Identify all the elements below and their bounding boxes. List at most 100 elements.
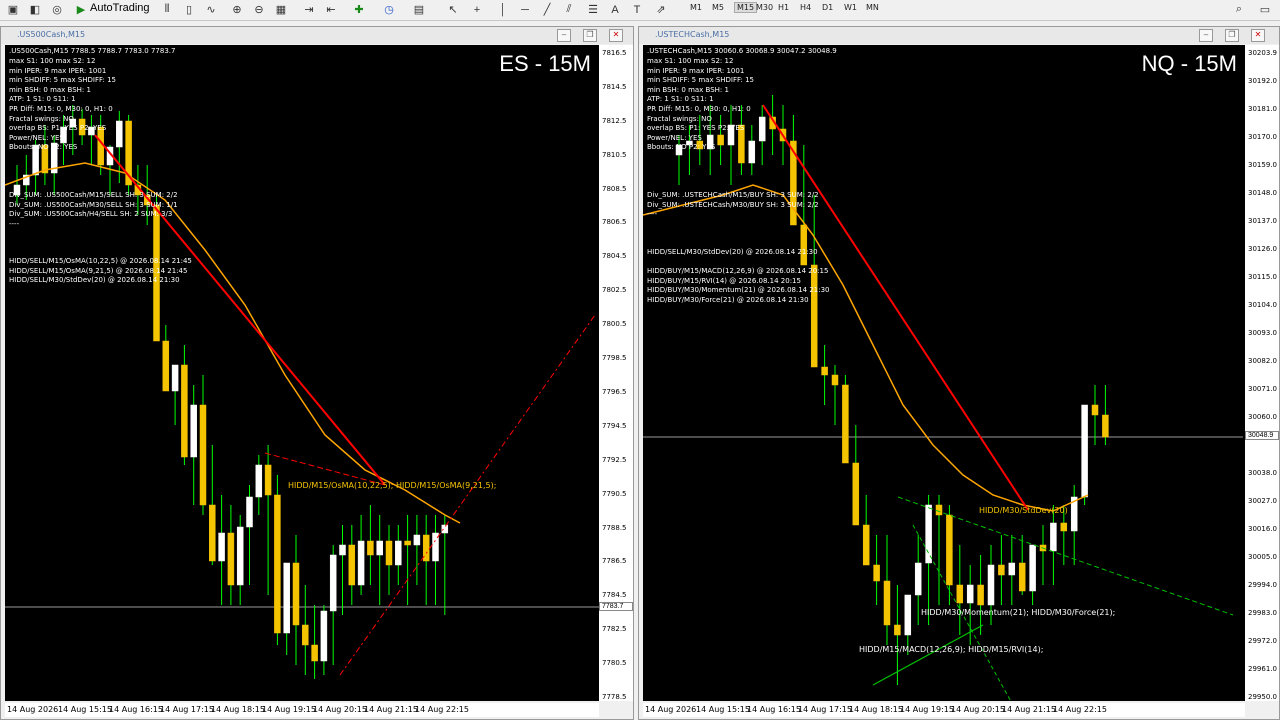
- navigator-icon[interactable]: ◎: [48, 1, 66, 18]
- info-line: overlap BS: P1: YES P2: YES: [647, 124, 745, 133]
- window-titlebar[interactable]: .US500Cash,M15 – ❐ ✕: [1, 27, 633, 44]
- window-titlebar[interactable]: .USTECHCash,M15 – ❐ ✕: [639, 27, 1279, 44]
- text-label-icon[interactable]: T: [628, 1, 646, 18]
- minimize-icon[interactable]: –: [557, 29, 571, 42]
- timeframe-d1[interactable]: D1: [822, 3, 833, 12]
- info-line: Div_SUM: .US500Cash/M30/SELL SH: 3 SUM: …: [9, 200, 178, 209]
- price-axis[interactable]: 7816.5 7814.5 7812.5 7810.5 7808.5 7806.5 7804…: [599, 45, 633, 701]
- channel-icon[interactable]: ⫽: [560, 1, 578, 18]
- info-line: min IPER: 9 max IPER: 1001: [9, 66, 107, 75]
- candle-body: [894, 624, 901, 636]
- candle-body: [717, 134, 724, 146]
- info-line: HIDD/BUY/M15/RVI(14) @ 2026.08.14 20:15: [647, 276, 801, 285]
- timeframe-m30[interactable]: M30: [756, 3, 773, 12]
- price-chart[interactable]: .US500Cash,M15 7788.5 7788.7 7783.0 7783…: [5, 45, 599, 701]
- close-icon[interactable]: ✕: [609, 29, 623, 42]
- price-tick-label: 7810.5: [602, 150, 627, 159]
- autotrading-button[interactable]: AutoTrading: [90, 2, 150, 14]
- info-line: ----: [9, 219, 20, 228]
- timeframe-m5[interactable]: M5: [712, 3, 724, 12]
- restore-icon[interactable]: ❐: [1225, 29, 1239, 42]
- current-price-label: 7783.7: [599, 602, 633, 611]
- cursor-icon[interactable]: ↖: [444, 1, 462, 18]
- info-line: Div_SUM: .USTECHCash/M30/BUY SH: 3 SUM: …: [647, 200, 819, 209]
- candle-body: [904, 594, 912, 636]
- candle-body: [758, 116, 766, 142]
- candle-body: [236, 526, 244, 586]
- search-icon[interactable]: ⌕: [1230, 1, 1248, 18]
- price-tick-label: 30148.0: [1248, 189, 1277, 197]
- price-axis[interactable]: 30203.9 30192.0 30181.0 30170.0 30159.0 30148…: [1245, 45, 1279, 701]
- line-chart-icon[interactable]: ∿: [202, 1, 220, 18]
- candle-body: [385, 540, 393, 566]
- autotrading-icon[interactable]: ▶: [72, 1, 90, 18]
- candle-body: [873, 564, 880, 582]
- price-tick-label: 29950.0: [1248, 693, 1277, 701]
- info-line: Fractal swings: NO: [9, 114, 74, 123]
- candlestick-plot[interactable]: [5, 45, 599, 701]
- trendline-icon[interactable]: ╱: [538, 1, 556, 18]
- profiles-icon[interactable]: ◧: [26, 1, 44, 18]
- time-axis[interactable]: 14 Aug 2026 14 Aug 15:15 14 Aug 16:15 14 Au…: [5, 703, 599, 717]
- autoscroll-icon[interactable]: ⇥: [300, 1, 318, 18]
- timeframe-h4[interactable]: H4: [800, 3, 811, 12]
- main-toolbar: ▣ ◧ ◎ ▶ AutoTrading ⫴ ▯ ∿ ⊕ ⊖ ▦ ⇥ ⇤ ✚ ◷ …: [0, 0, 1280, 21]
- candle-body: [311, 644, 318, 662]
- info-line: Bbouts: NO P2: YES: [9, 143, 78, 152]
- info-line: PR Diff: M15: 0, M30: 0, H1: 0: [647, 105, 751, 113]
- templates-icon[interactable]: ▤: [410, 1, 428, 18]
- time-tick-label: 14 Aug 22:15: [1053, 705, 1107, 714]
- candle-body: [302, 624, 309, 646]
- chart-shift-icon[interactable]: ⇤: [322, 1, 340, 18]
- tile-windows-icon[interactable]: ▦: [272, 1, 290, 18]
- info-line: Power/NEL: YES: [9, 133, 64, 142]
- zoom-in-icon[interactable]: ⊕: [228, 1, 246, 18]
- indicators-icon[interactable]: ✚: [350, 1, 368, 18]
- vertical-line-icon[interactable]: │: [494, 1, 512, 18]
- candle-body: [209, 504, 216, 562]
- candlestick-icon[interactable]: ▯: [180, 1, 198, 18]
- price-chart[interactable]: .USTECHCash,M15 30060.6 30068.9 30047.2 …: [643, 45, 1245, 701]
- close-icon[interactable]: ✕: [1251, 29, 1265, 42]
- periods-icon[interactable]: ◷: [380, 1, 398, 18]
- fibonacci-icon[interactable]: ☰: [584, 1, 602, 18]
- timeframe-m1[interactable]: M1: [690, 3, 702, 12]
- candle-body: [404, 540, 411, 546]
- candle-body: [998, 564, 1005, 576]
- bar-chart-icon[interactable]: ⫴: [158, 1, 176, 18]
- info-line: Fractal swings: NO: [647, 114, 712, 123]
- restore-icon[interactable]: ❐: [583, 29, 597, 42]
- chat-icon[interactable]: ▭: [1256, 1, 1274, 18]
- chart-window-nq[interactable]: .USTECHCash,M15 – ❐ ✕ .USTECHCash,M15 30…: [638, 26, 1280, 720]
- trend-line: [762, 104, 1029, 511]
- price-tick-label: 7784.5: [602, 591, 627, 600]
- candle-body: [227, 532, 235, 586]
- info-line: min SHDIFF: 5 max SHDIFF: 15: [647, 76, 754, 85]
- info-line: Power/NEL: YES: [647, 133, 702, 142]
- time-axis[interactable]: 14 Aug 2026 14 Aug 15:15 14 Aug 16:15 14 Au…: [643, 703, 1245, 717]
- time-tick-label: 14 Aug 21:15: [364, 705, 418, 714]
- macd-annotation: HIDD/M15/MACD(12,26,9); HIDD/M15/RVI(14)…: [859, 645, 1044, 654]
- timeframe-m15[interactable]: M15: [734, 2, 758, 13]
- timeframe-h1[interactable]: H1: [778, 3, 789, 12]
- text-icon[interactable]: A: [606, 1, 624, 18]
- timeframe-w1[interactable]: W1: [844, 3, 857, 12]
- candle-body: [329, 554, 337, 612]
- price-tick-label: 7806.5: [602, 218, 627, 227]
- timeframe-mn[interactable]: MN: [866, 3, 879, 12]
- price-tick-label: 7814.5: [602, 82, 627, 91]
- candle-body: [977, 584, 984, 606]
- horizontal-line-icon[interactable]: ─: [516, 1, 534, 18]
- candle-body: [925, 504, 932, 564]
- chart-window-es[interactable]: .US500Cash,M15 – ❐ ✕ .US500Cash,M15 7788…: [0, 26, 634, 720]
- crosshair-icon[interactable]: +: [468, 1, 486, 18]
- candle-body: [320, 610, 328, 662]
- candle-body: [348, 544, 356, 586]
- candlestick-plot[interactable]: [643, 45, 1243, 701]
- open-folder-icon[interactable]: ▣: [4, 1, 22, 18]
- minimize-icon[interactable]: –: [1199, 29, 1213, 42]
- arrow-icon[interactable]: ⇗: [652, 1, 670, 18]
- price-tick-label: 7808.5: [602, 184, 627, 193]
- time-tick-label: 14 Aug 17:15: [798, 705, 852, 714]
- zoom-out-icon[interactable]: ⊖: [250, 1, 268, 18]
